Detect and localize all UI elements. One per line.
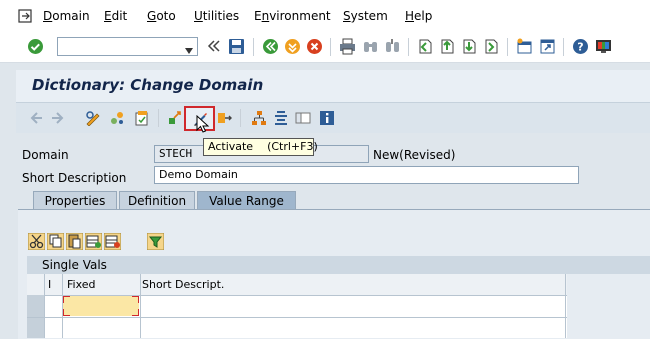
short-description-field[interactable]: Demo Domain [154,166,579,184]
exit-icon[interactable] [284,38,300,54]
focus-corner-tr [132,296,139,303]
menu-bar: Domain Edit Goto Utilities Environment S… [0,0,650,32]
tab-value-range[interactable]: Value Range [197,191,296,209]
tooltip-text: Activate (Ctrl+F3) [208,140,318,153]
page-title: Dictionary: Change Domain [32,76,264,94]
back-arrow-icon[interactable] [28,110,44,126]
short-description-cell[interactable] [141,296,565,316]
back-arrows-icon[interactable] [207,39,223,55]
menu-accelerator: U [194,9,203,23]
focus-corner-bl [63,309,70,316]
filter-icon[interactable] [146,232,165,251]
menu-system-icon[interactable] [18,9,34,25]
tab-definition[interactable]: Definition [119,191,195,209]
tab-definition-label: Definition [127,194,187,208]
domain-value: STECH [159,147,193,160]
delete-row-icon[interactable] [103,232,122,251]
insert-row-icon[interactable] [84,232,103,251]
paste-icon[interactable] [65,232,84,251]
menu-environment[interactable]: Environment [254,9,331,23]
menu-accelerator: S [343,9,351,23]
domain-label: Domain [22,148,69,162]
save-icon[interactable] [228,38,244,54]
menu-accelerator: n [261,9,270,23]
create-session-icon[interactable] [516,38,532,54]
forward-arrow-icon[interactable] [50,110,66,126]
focus-corner-br [132,309,139,316]
menu-system[interactable]: System [343,9,388,23]
next-page-icon[interactable] [461,38,477,54]
indent-icon[interactable] [273,110,289,126]
shortcut-icon[interactable] [539,38,555,54]
menu-accelerator: E [104,9,112,23]
domain-status: New(Revised) [373,148,456,162]
focus-corner-tl [63,296,70,303]
column-header-short-description[interactable]: Short Descript. [142,278,224,291]
where-used-list-icon[interactable] [216,110,232,126]
table-toolbar [27,231,165,251]
print-icon[interactable] [339,38,355,55]
help-icon[interactable]: ? [572,38,588,54]
tab-properties-label: Properties [44,194,106,208]
menu-accelerator: G [147,9,157,23]
hierarchy-icon[interactable] [251,110,267,126]
tab-value-range-label: Value Range [209,194,284,208]
customize-layout-icon[interactable] [595,38,611,54]
menu-accelerator: D [43,9,53,23]
info-icon[interactable] [319,110,335,126]
application-toolbar [16,102,650,134]
display-change-icon[interactable] [85,110,101,127]
menu-domain[interactable]: Domain [43,9,90,23]
cancel-icon[interactable] [306,38,322,54]
first-page-icon[interactable] [417,38,433,54]
other-object-icon[interactable] [109,110,125,126]
chevron-down-icon[interactable] [185,43,193,57]
cut-icon[interactable] [27,232,46,251]
tab-properties[interactable]: Properties [33,191,117,209]
fixed-value-cell[interactable] [63,296,139,316]
find-icon[interactable] [362,38,378,54]
enter-icon[interactable] [27,38,43,54]
column-header-indicator: I [48,278,52,291]
standard-toolbar: ? [0,32,650,63]
activate-cursor-icon [196,114,210,133]
svg-text:?: ? [577,41,583,54]
title-bar: Dictionary: Change Domain [16,70,650,102]
column-header-fixed[interactable]: Fixed [67,278,96,291]
copy-icon[interactable] [46,232,65,251]
menu-help[interactable]: Help [405,9,432,23]
last-page-icon[interactable] [483,38,499,54]
back-icon[interactable] [262,38,278,54]
activate-tooltip: Activate (Ctrl+F3) [203,138,318,156]
menu-accelerator: H [405,9,415,23]
menu-goto[interactable]: Goto [147,9,176,23]
menu-edit[interactable]: Edit [104,9,127,23]
layout-icon[interactable] [295,110,311,126]
single-vals-title: Single Vals [42,258,107,272]
check-icon[interactable] [134,110,150,126]
find-next-icon[interactable] [384,38,400,54]
command-field[interactable] [57,37,198,56]
single-vals-table: I Fixed Short Descript. [27,274,567,338]
short-description-value: Demo Domain [159,168,238,181]
short-description-label: Short Description [22,171,127,185]
single-vals-header: Single Vals [27,256,650,274]
command-field-value [58,39,61,52]
previous-page-icon[interactable] [439,38,455,54]
menu-utilities[interactable]: Utilities [194,9,239,23]
table-header-row [27,274,567,296]
where-used-icon[interactable] [168,110,184,126]
